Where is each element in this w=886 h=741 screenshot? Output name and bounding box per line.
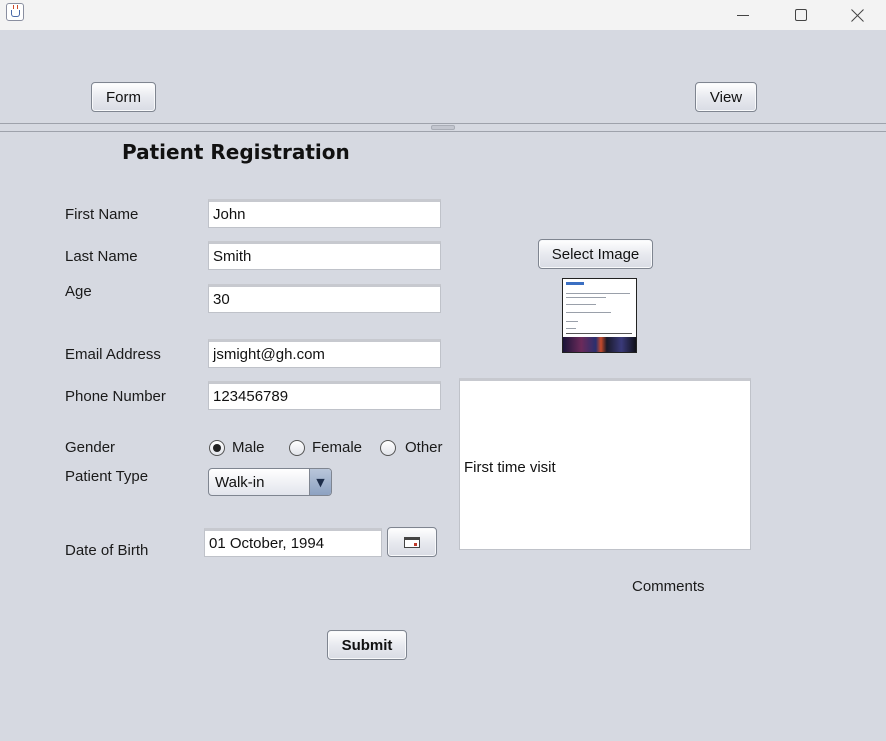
chevron-down-icon[interactable]: ▼	[309, 469, 331, 495]
comments-label: Comments	[632, 578, 705, 595]
email-label: Email Address	[65, 346, 161, 363]
dob-field[interactable]: 01 October, 1994	[204, 528, 382, 557]
form-button[interactable]: Form	[91, 82, 156, 112]
view-button[interactable]: View	[695, 82, 757, 112]
gender-male-radio[interactable]	[209, 440, 225, 456]
maximize-button[interactable]	[772, 0, 830, 30]
comments-text: First time visit	[464, 459, 556, 476]
phone-field[interactable]: 123456789	[208, 381, 441, 410]
divider-grip[interactable]	[431, 125, 455, 130]
gender-male-label[interactable]: Male	[232, 439, 265, 456]
radio-selected-dot	[213, 444, 221, 452]
email-field[interactable]: jsmight@gh.com	[208, 339, 441, 368]
minimize-icon	[737, 14, 749, 16]
close-icon	[851, 8, 865, 22]
submit-button[interactable]: Submit	[327, 630, 407, 660]
phone-label: Phone Number	[65, 388, 166, 405]
gender-other-radio[interactable]	[380, 440, 396, 456]
date-picker-button[interactable]	[387, 527, 437, 557]
patient-type-value: Walk-in	[215, 474, 265, 491]
patient-type-label: Patient Type	[65, 468, 149, 485]
comments-textarea[interactable]: First time visit	[459, 378, 751, 550]
page-title: Patient Registration	[122, 140, 350, 164]
age-field[interactable]: 30	[208, 284, 441, 313]
gender-label: Gender	[65, 439, 116, 456]
calendar-icon	[404, 536, 420, 548]
close-button[interactable]	[830, 0, 886, 30]
gender-female-label[interactable]: Female	[312, 439, 362, 456]
select-image-button[interactable]: Select Image	[538, 239, 653, 269]
maximize-icon	[795, 9, 807, 21]
first-name-field[interactable]: John	[208, 199, 441, 228]
minimize-button[interactable]	[714, 0, 772, 30]
last-name-label: Last Name	[65, 248, 138, 265]
gender-female-radio[interactable]	[289, 440, 305, 456]
dob-label: Date of Birth	[65, 542, 149, 559]
patient-image-thumbnail	[562, 278, 637, 353]
java-cup-icon[interactable]	[6, 3, 24, 21]
gender-other-label[interactable]: Other	[405, 439, 443, 456]
patient-type-dropdown[interactable]: Walk-in ▼	[208, 468, 332, 496]
title-bar	[0, 0, 886, 30]
last-name-field[interactable]: Smith	[208, 241, 441, 270]
first-name-label: First Name	[65, 206, 139, 223]
age-label: Age	[65, 283, 92, 300]
